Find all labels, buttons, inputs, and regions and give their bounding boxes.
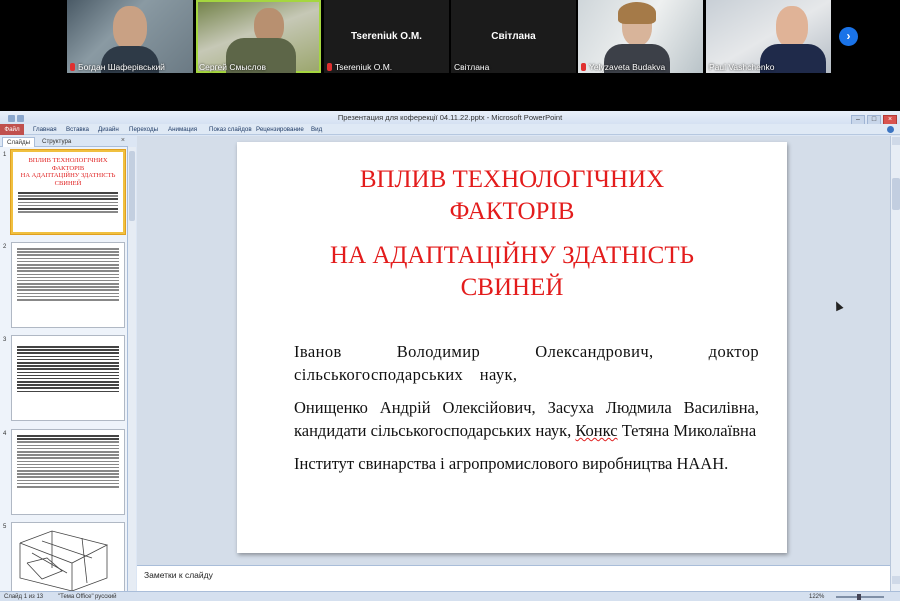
- powerpoint-window: Презентация для коферекції 04.11.22.pptx…: [0, 111, 900, 601]
- title-line: ФАКТОРІВ: [449, 198, 575, 225]
- scrollbar-thumb[interactable]: [892, 178, 900, 210]
- slide-number: 4: [3, 431, 7, 437]
- language-indicator[interactable]: русский: [95, 592, 117, 601]
- participant-label: Світлана: [491, 31, 536, 42]
- slide-number: 2: [3, 244, 7, 250]
- slide-editor: ВПЛИВ ТЕХНОЛОГІЧНИХ ФАКТОРІВ НА АДАПТАЦІ…: [137, 136, 890, 571]
- author-ivanov: Іванов Володимир Олександрович, доктор с…: [294, 342, 759, 384]
- participant-name: Богдан Шаферівський: [70, 62, 165, 72]
- close-icon[interactable]: ×: [121, 137, 125, 144]
- thumbnail-text: [12, 248, 124, 301]
- participant-face: [776, 6, 808, 48]
- mic-muted-icon: [581, 63, 586, 71]
- video-strip: Богдан Шаферівський Сергей Смыслов Tsere…: [0, 0, 900, 111]
- theme-name[interactable]: "Тема Office": [58, 592, 94, 601]
- notes-pane[interactable]: Заметки к слайду: [137, 565, 890, 591]
- slide-scrollbar[interactable]: [890, 136, 900, 591]
- participant-face: [113, 6, 147, 50]
- notes-placeholder: Заметки к слайду: [144, 570, 213, 580]
- diagram-sketch-image: [19, 530, 109, 591]
- slide-thumbnail-3[interactable]: [11, 335, 125, 421]
- tab-slides[interactable]: Слайды: [2, 137, 36, 147]
- tab-design[interactable]: Дизайн: [98, 124, 119, 135]
- spellcheck-underlined-word: Конкс: [575, 421, 618, 440]
- participant-name: Yelyzaveta Budakva: [581, 62, 665, 72]
- tab-transitions[interactable]: Переходы: [129, 124, 158, 135]
- thumbnail-title: ВПЛИВ ТЕХНОЛОГІЧНИХ ФАКТОРІВ НА АДАПТАЦІ…: [20, 157, 116, 187]
- tab-review[interactable]: Рецензирование: [256, 124, 304, 135]
- zoom-level[interactable]: 122%: [809, 592, 824, 601]
- tab-home[interactable]: Главная: [33, 124, 57, 135]
- mic-muted-icon: [327, 63, 332, 71]
- slide-number: 3: [3, 337, 7, 343]
- slide-number: 1: [3, 152, 7, 158]
- undo-icon[interactable]: [17, 115, 24, 122]
- chevron-right-icon[interactable]: ›: [839, 27, 858, 46]
- slide-thumbnail-1[interactable]: ВПЛИВ ТЕХНОЛОГІЧНИХ ФАКТОРІВ НА АДАПТАЦІ…: [11, 150, 125, 234]
- current-slide[interactable]: ВПЛИВ ТЕХНОЛОГІЧНИХ ФАКТОРІВ НА АДАПТАЦІ…: [237, 142, 787, 553]
- authors-group: Онищенко Андрій Олексійович, Засуха Людм…: [294, 396, 759, 442]
- slide-thumbnail-5[interactable]: [11, 522, 125, 592]
- scrollbar-thumb[interactable]: [129, 151, 135, 221]
- tab-insert[interactable]: Вставка: [66, 124, 89, 135]
- slide-thumbnail-2[interactable]: [11, 242, 125, 328]
- tab-slideshow[interactable]: Показ слайдов: [209, 124, 252, 135]
- tab-outline[interactable]: Структура: [38, 137, 75, 147]
- video-tile-tsereniuk[interactable]: Tsereniuk O.M. Tsereniuk O.M.: [324, 0, 449, 73]
- slides-panel: Слайды Структура × 1 ВПЛИВ ТЕХНОЛОГІЧНИХ…: [0, 136, 128, 592]
- video-tile-svitlana[interactable]: Світлана Світлана: [451, 0, 576, 73]
- video-tile-bohdan[interactable]: Богдан Шаферівський: [67, 0, 193, 73]
- thumbnail-text: [13, 192, 123, 213]
- participant-name: Tsereniuk O.M.: [327, 62, 392, 72]
- status-bar: Слайд 1 из 13 "Тема Office" русский 122%: [0, 591, 900, 601]
- video-tile-yelyzaveta[interactable]: Yelyzaveta Budakva: [578, 0, 703, 73]
- mouse-cursor-icon: [832, 299, 844, 312]
- zoom-slider-handle[interactable]: [857, 594, 861, 600]
- tab-file[interactable]: Файл: [0, 124, 24, 135]
- scroll-up-icon[interactable]: [892, 137, 900, 145]
- tab-animation[interactable]: Анимация: [168, 124, 197, 135]
- panel-tabs: Слайды Структура ×: [0, 136, 128, 147]
- institution: Інститут свинарства і агропромислового в…: [294, 454, 729, 473]
- participant-name: Paul Vashchenko: [709, 62, 775, 72]
- tab-view[interactable]: Вид: [311, 124, 322, 135]
- slide-body[interactable]: Іванов Володимир Олександрович, доктор с…: [294, 340, 759, 485]
- help-icon[interactable]: [887, 126, 894, 133]
- title-line: СВИНЕЙ: [460, 274, 564, 301]
- title-bar: Презентация для коферекції 04.11.22.pptx…: [0, 111, 900, 125]
- thumbnail-text: [12, 435, 124, 488]
- authors-text: Тетяна Миколаївна: [617, 421, 757, 440]
- title-line: ВПЛИВ ТЕХНОЛОГІЧНИХ: [359, 166, 665, 193]
- slide-number: 5: [3, 524, 7, 530]
- mic-muted-icon: [70, 63, 75, 71]
- slide-title[interactable]: ВПЛИВ ТЕХНОЛОГІЧНИХ ФАКТОРІВ НА АДАПТАЦІ…: [257, 164, 767, 304]
- window-title: Презентация для коферекції 04.11.22.pptx…: [337, 113, 563, 122]
- slide-counter: Слайд 1 из 13: [4, 594, 44, 600]
- window-controls: – □ ×: [849, 112, 897, 125]
- slide-thumbnail-4[interactable]: [11, 429, 125, 515]
- ribbon-tabs: Файл Главная Вставка Дизайн Переходы Ани…: [0, 124, 900, 135]
- participant-name: Світлана: [454, 62, 490, 72]
- title-line: НА АДАПТАЦІЙНУ ЗДАТНІСТЬ: [330, 242, 694, 269]
- thumbnail-text: [12, 346, 124, 393]
- participant-name: Сергей Смыслов: [199, 62, 266, 72]
- video-tile-serhii[interactable]: Сергей Смыслов: [196, 0, 321, 73]
- save-icon[interactable]: [8, 115, 15, 122]
- thumbnail-scrollbar[interactable]: [128, 147, 136, 591]
- video-tile-paul[interactable]: Paul Vashchenko: [706, 0, 831, 73]
- participant-hair: [618, 2, 656, 24]
- scroll-down-icon[interactable]: [892, 576, 900, 584]
- participant-label: Tsereniuk O.M.: [351, 31, 422, 42]
- quick-access-toolbar[interactable]: [4, 113, 30, 122]
